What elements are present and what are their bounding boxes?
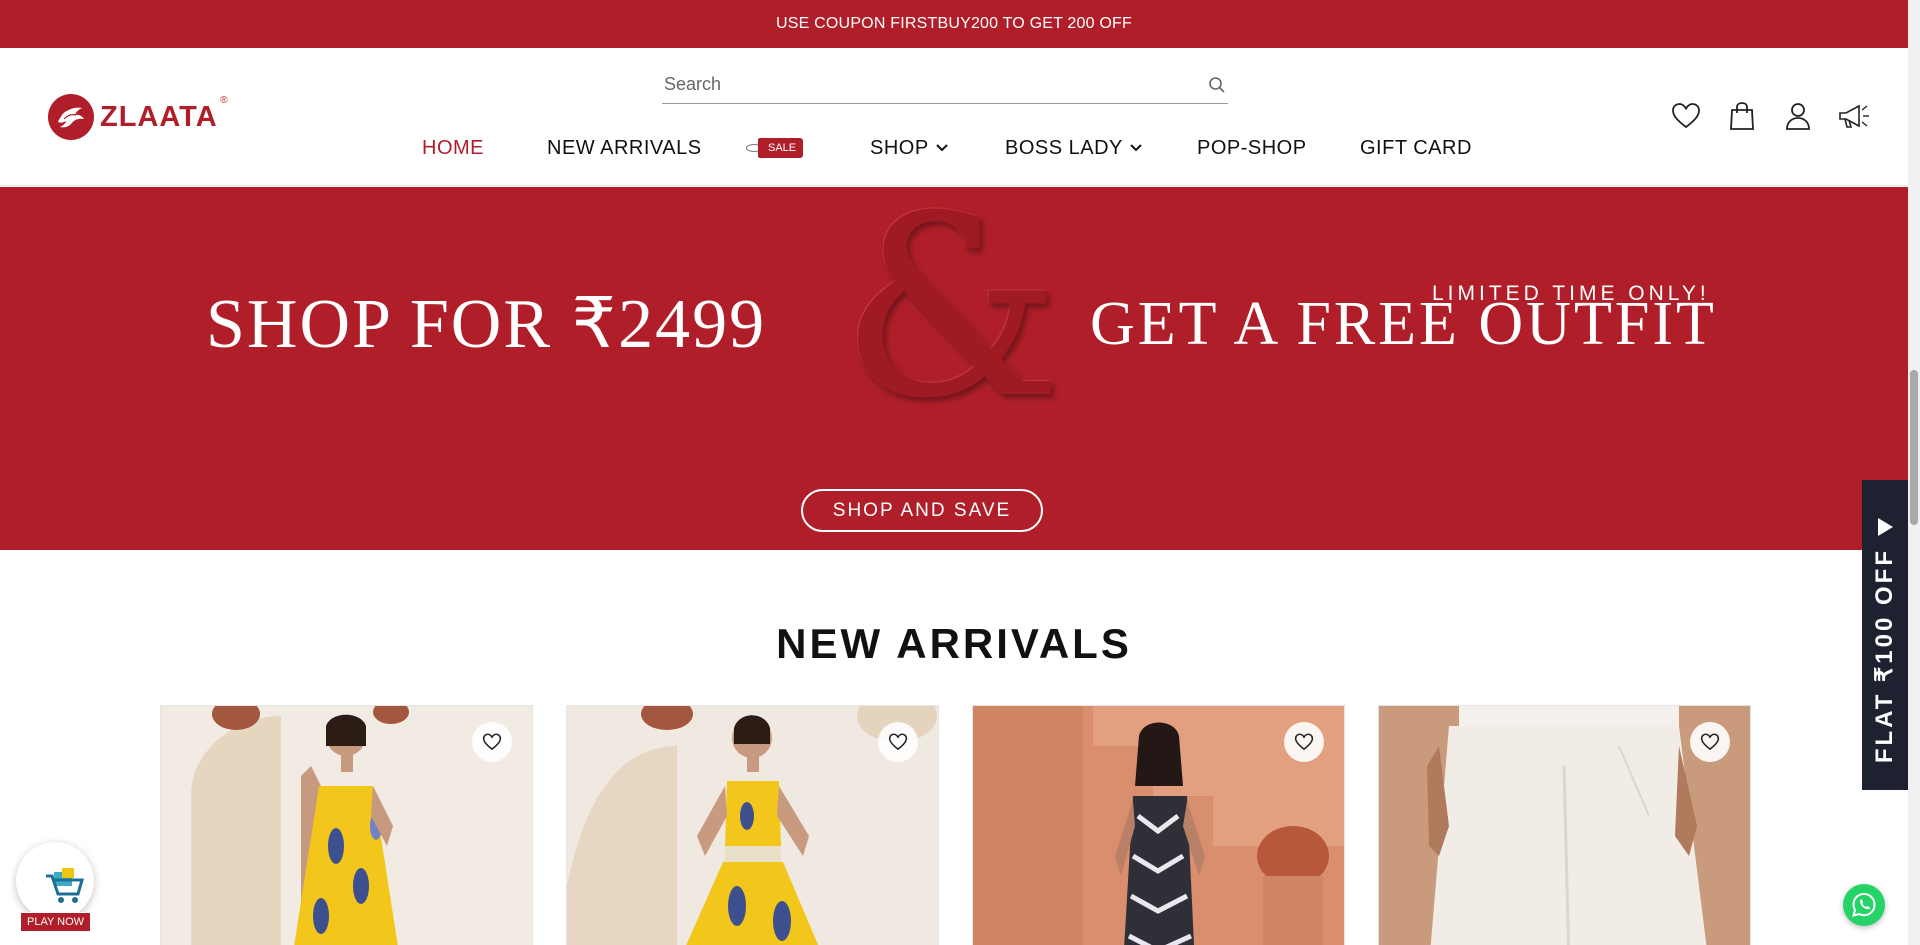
- heart-icon: [1700, 733, 1720, 751]
- new-arrivals-title: NEW ARRIVALS: [776, 620, 1132, 667]
- hero-free-outfit-text: GET A FREE OUTFIT: [1090, 290, 1717, 358]
- product-card[interactable]: [972, 705, 1345, 945]
- chevron-down-icon: [1130, 144, 1142, 152]
- nav-home-label: HOME: [422, 136, 484, 159]
- nav-pop-shop-label: POP-SHOP: [1197, 136, 1307, 159]
- nav-new-arrivals[interactable]: NEW ARRIVALS: [547, 130, 702, 166]
- side-tab-text: FLAT ₹100 OFF: [1871, 548, 1898, 764]
- nav-gift-card[interactable]: GIFT CARD: [1360, 130, 1472, 166]
- search-icon[interactable]: [1208, 76, 1226, 99]
- search-bar: [662, 66, 1228, 104]
- user-icon[interactable]: [1770, 98, 1826, 134]
- wishlist-button[interactable]: [472, 722, 512, 762]
- nav-boss-lady[interactable]: BOSS LADY: [1005, 130, 1143, 166]
- flat-offer-side-tab[interactable]: FLAT ₹100 OFF: [1862, 480, 1908, 790]
- nav-sale[interactable]: SALE: [746, 136, 804, 160]
- page-scrollbar[interactable]: [1908, 0, 1920, 945]
- site-header: ZLAATA ® HOME NEW ARRIVALS SALE SHOP: [0, 48, 1908, 186]
- play-icon: [1878, 518, 1893, 536]
- play-now-button[interactable]: PLAY NOW: [20, 912, 92, 932]
- product-card[interactable]: [160, 705, 533, 945]
- nav-boss-lady-label: BOSS LADY: [1005, 136, 1123, 159]
- heart-icon: [482, 733, 502, 751]
- header-icons: [1658, 98, 1882, 134]
- scrollbar-thumb[interactable]: [1910, 370, 1918, 525]
- product-card[interactable]: [566, 705, 939, 945]
- nav-home[interactable]: HOME: [422, 130, 484, 166]
- shopping-bag-icon[interactable]: [1714, 98, 1770, 134]
- main-nav: HOME NEW ARRIVALS SALE SHOP BOSS LADY PO…: [0, 130, 1908, 166]
- wishlist-button[interactable]: [878, 722, 918, 762]
- megaphone-icon[interactable]: [1826, 98, 1882, 134]
- nav-shop-label: SHOP: [870, 136, 929, 159]
- nav-new-arrivals-label: NEW ARRIVALS: [547, 136, 702, 159]
- product-card[interactable]: [1378, 705, 1751, 945]
- whatsapp-icon[interactable]: [1843, 884, 1885, 926]
- game-widget[interactable]: [16, 842, 94, 920]
- hero-offer-text: SHOP FOR ₹2499: [206, 286, 767, 363]
- heart-icon: [1294, 733, 1314, 751]
- brand-name: ZLAATA: [100, 100, 218, 133]
- announcement-bar: USE COUPON FIRSTBUY200 TO GET 200 OFF: [0, 0, 1908, 48]
- nav-shop[interactable]: SHOP: [870, 130, 949, 166]
- hero-ampersand: &: [840, 187, 1063, 453]
- registered-mark: ®: [220, 94, 229, 106]
- wishlist-button[interactable]: [1690, 722, 1730, 762]
- wishlist-button[interactable]: [1284, 722, 1324, 762]
- hero-banner[interactable]: SHOP FOR ₹2499 & LIMITED TIME ONLY! GET …: [0, 187, 1908, 550]
- nav-pop-shop[interactable]: POP-SHOP: [1197, 130, 1307, 166]
- shopping-cart-icon: [46, 868, 84, 903]
- page: USE COUPON FIRSTBUY200 TO GET 200 OFF ZL…: [0, 0, 1920, 945]
- heart-icon: [888, 733, 908, 751]
- announcement-text: USE COUPON FIRSTBUY200 TO GET 200 OFF: [776, 15, 1132, 32]
- heart-icon[interactable]: [1658, 98, 1714, 134]
- nav-gift-card-label: GIFT CARD: [1360, 136, 1472, 159]
- sale-tag-label: SALE: [758, 138, 804, 158]
- search-input[interactable]: [662, 66, 1228, 103]
- shop-and-save-button[interactable]: SHOP AND SAVE: [801, 489, 1043, 532]
- chevron-down-icon: [935, 144, 948, 152]
